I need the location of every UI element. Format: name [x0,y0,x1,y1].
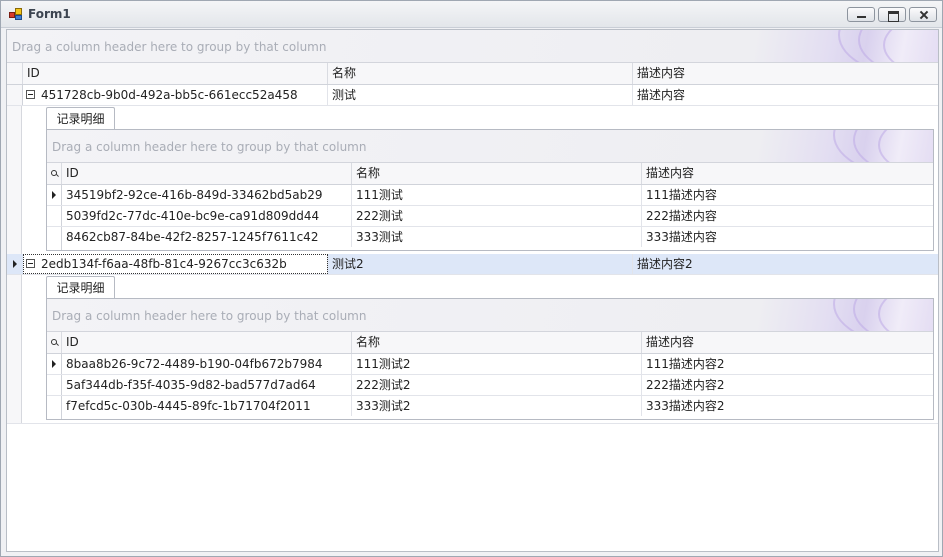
detail-cell-id[interactable]: 5039fd2c-77dc-410e-bc9e-ca91d809dd44 [62,206,352,226]
column-header-desc[interactable]: 描述内容 [633,63,938,84]
detail-column-header-row: ID 名称 描述内容 [47,163,933,185]
search-icon[interactable] [51,339,59,347]
detail-cell-desc[interactable]: 111描述内容2 [642,354,933,374]
detail-cell-name[interactable]: 111测试2 [352,354,642,374]
detail-cell-id[interactable]: 8462cb87-84be-42f2-8257-1245f7611c42 [62,227,352,247]
detail-group-panel[interactable]: Drag a column header here to group by th… [47,299,933,332]
group-panel[interactable]: Drag a column header here to group by th… [7,30,938,63]
app-icon [9,8,23,21]
detail-column-header-row: ID 名称 描述内容 [47,332,933,354]
master-grid: Drag a column header here to group by th… [6,29,939,552]
main-window: Form1 Drag a column header here to group… [0,0,943,557]
grid-bottom-line [7,423,938,424]
column-header-name[interactable]: 名称 [328,63,633,84]
detail-cell-name[interactable]: 222测试 [352,206,642,226]
close-button[interactable] [909,7,937,22]
title-bar[interactable]: Form1 [1,1,942,28]
tab-record-detail[interactable]: 记录明细 [46,107,115,130]
detail-cell-name[interactable]: 111测试 [352,185,642,205]
current-row-arrow-icon [13,260,17,268]
detail-column-header-name[interactable]: 名称 [352,163,642,184]
detail-row[interactable]: f7efcd5c-030b-4445-89fc-1b71704f2011 333… [47,396,933,417]
detail-cell-desc[interactable]: 333描述内容 [642,227,933,247]
detail-header-search-cell[interactable] [47,163,62,184]
minimize-button[interactable] [847,7,875,22]
detail-group-hint: Drag a column header here to group by th… [52,309,367,323]
column-header-row: ID 名称 描述内容 [7,63,938,85]
detail-cell-id[interactable]: 5af344db-f35f-4035-9d82-bad577d7ad64 [62,375,352,395]
collapse-icon[interactable] [26,259,35,268]
column-header-id[interactable]: ID [23,63,328,84]
detail-view: 记录明细 Drag a column header here to group … [21,106,938,254]
detail-column-header-id[interactable]: ID [62,163,352,184]
detail-grid: Drag a column header here to group by th… [46,129,934,251]
detail-cell-name[interactable]: 333测试2 [352,396,642,416]
detail-view: 记录明细 Drag a column header here to group … [21,275,938,423]
master-row[interactable]: 451728cb-9b0d-492a-bb5c-661ecc52a458 测试 … [7,85,938,106]
detail-row[interactable]: 5af344db-f35f-4035-9d82-bad577d7ad64 222… [47,375,933,396]
detail-group-hint: Drag a column header here to group by th… [52,140,367,154]
detail-cell-desc[interactable]: 222描述内容 [642,206,933,226]
current-row-arrow-icon [52,360,56,368]
maximize-icon [879,8,905,22]
detail-grid: Drag a column header here to group by th… [46,298,934,420]
collapse-icon[interactable] [26,90,35,99]
detail-header-search-cell[interactable] [47,332,62,353]
detail-row[interactable]: 8baa8b26-9c72-4489-b190-04fb672b7984 111… [47,354,933,375]
header-indicator-cell [7,63,23,84]
detail-cell-name[interactable]: 222测试2 [352,375,642,395]
current-row-arrow-icon [52,191,56,199]
decorative-swoosh [793,299,933,331]
master-row[interactable]: 2edb134f-f6aa-48fb-81c4-9267cc3c632b 测试2… [7,254,938,275]
detail-cell-name[interactable]: 333测试 [352,227,642,247]
detail-column-header-name[interactable]: 名称 [352,332,642,353]
group-panel-hint: Drag a column header here to group by th… [12,40,327,54]
detail-column-header-desc[interactable]: 描述内容 [642,163,933,184]
tab-record-detail[interactable]: 记录明细 [46,276,115,299]
maximize-button[interactable] [878,7,906,22]
minimize-icon [848,8,874,21]
master-cell-desc[interactable]: 描述内容2 [633,254,938,274]
detail-cell-desc[interactable]: 111描述内容 [642,185,933,205]
master-cell-desc[interactable]: 描述内容 [633,85,938,105]
window-title: Form1 [28,7,71,21]
master-cell-name[interactable]: 测试 [328,85,633,105]
detail-column-header-id[interactable]: ID [62,332,352,353]
decorative-swoosh [793,130,933,162]
master-cell-name[interactable]: 测试2 [328,254,633,274]
detail-row[interactable]: 34519bf2-92ce-416b-849d-33462bd5ab29 111… [47,185,933,206]
detail-cell-id[interactable]: 34519bf2-92ce-416b-849d-33462bd5ab29 [62,185,352,205]
detail-cell-id[interactable]: 8baa8b26-9c72-4489-b190-04fb672b7984 [62,354,352,374]
detail-cell-id[interactable]: f7efcd5c-030b-4445-89fc-1b71704f2011 [62,396,352,416]
search-icon[interactable] [51,170,59,178]
detail-cell-desc[interactable]: 222描述内容2 [642,375,933,395]
detail-cell-desc[interactable]: 333描述内容2 [642,396,933,416]
detail-group-panel[interactable]: Drag a column header here to group by th… [47,130,933,163]
master-cell-id[interactable]: 2edb134f-f6aa-48fb-81c4-9267cc3c632b [23,254,328,274]
close-icon [910,8,936,21]
decorative-swoosh [798,30,938,62]
detail-row[interactable]: 5039fd2c-77dc-410e-bc9e-ca91d809dd44 222… [47,206,933,227]
master-cell-id[interactable]: 451728cb-9b0d-492a-bb5c-661ecc52a458 [23,85,328,105]
detail-row[interactable]: 8462cb87-84be-42f2-8257-1245f7611c42 333… [47,227,933,248]
detail-column-header-desc[interactable]: 描述内容 [642,332,933,353]
